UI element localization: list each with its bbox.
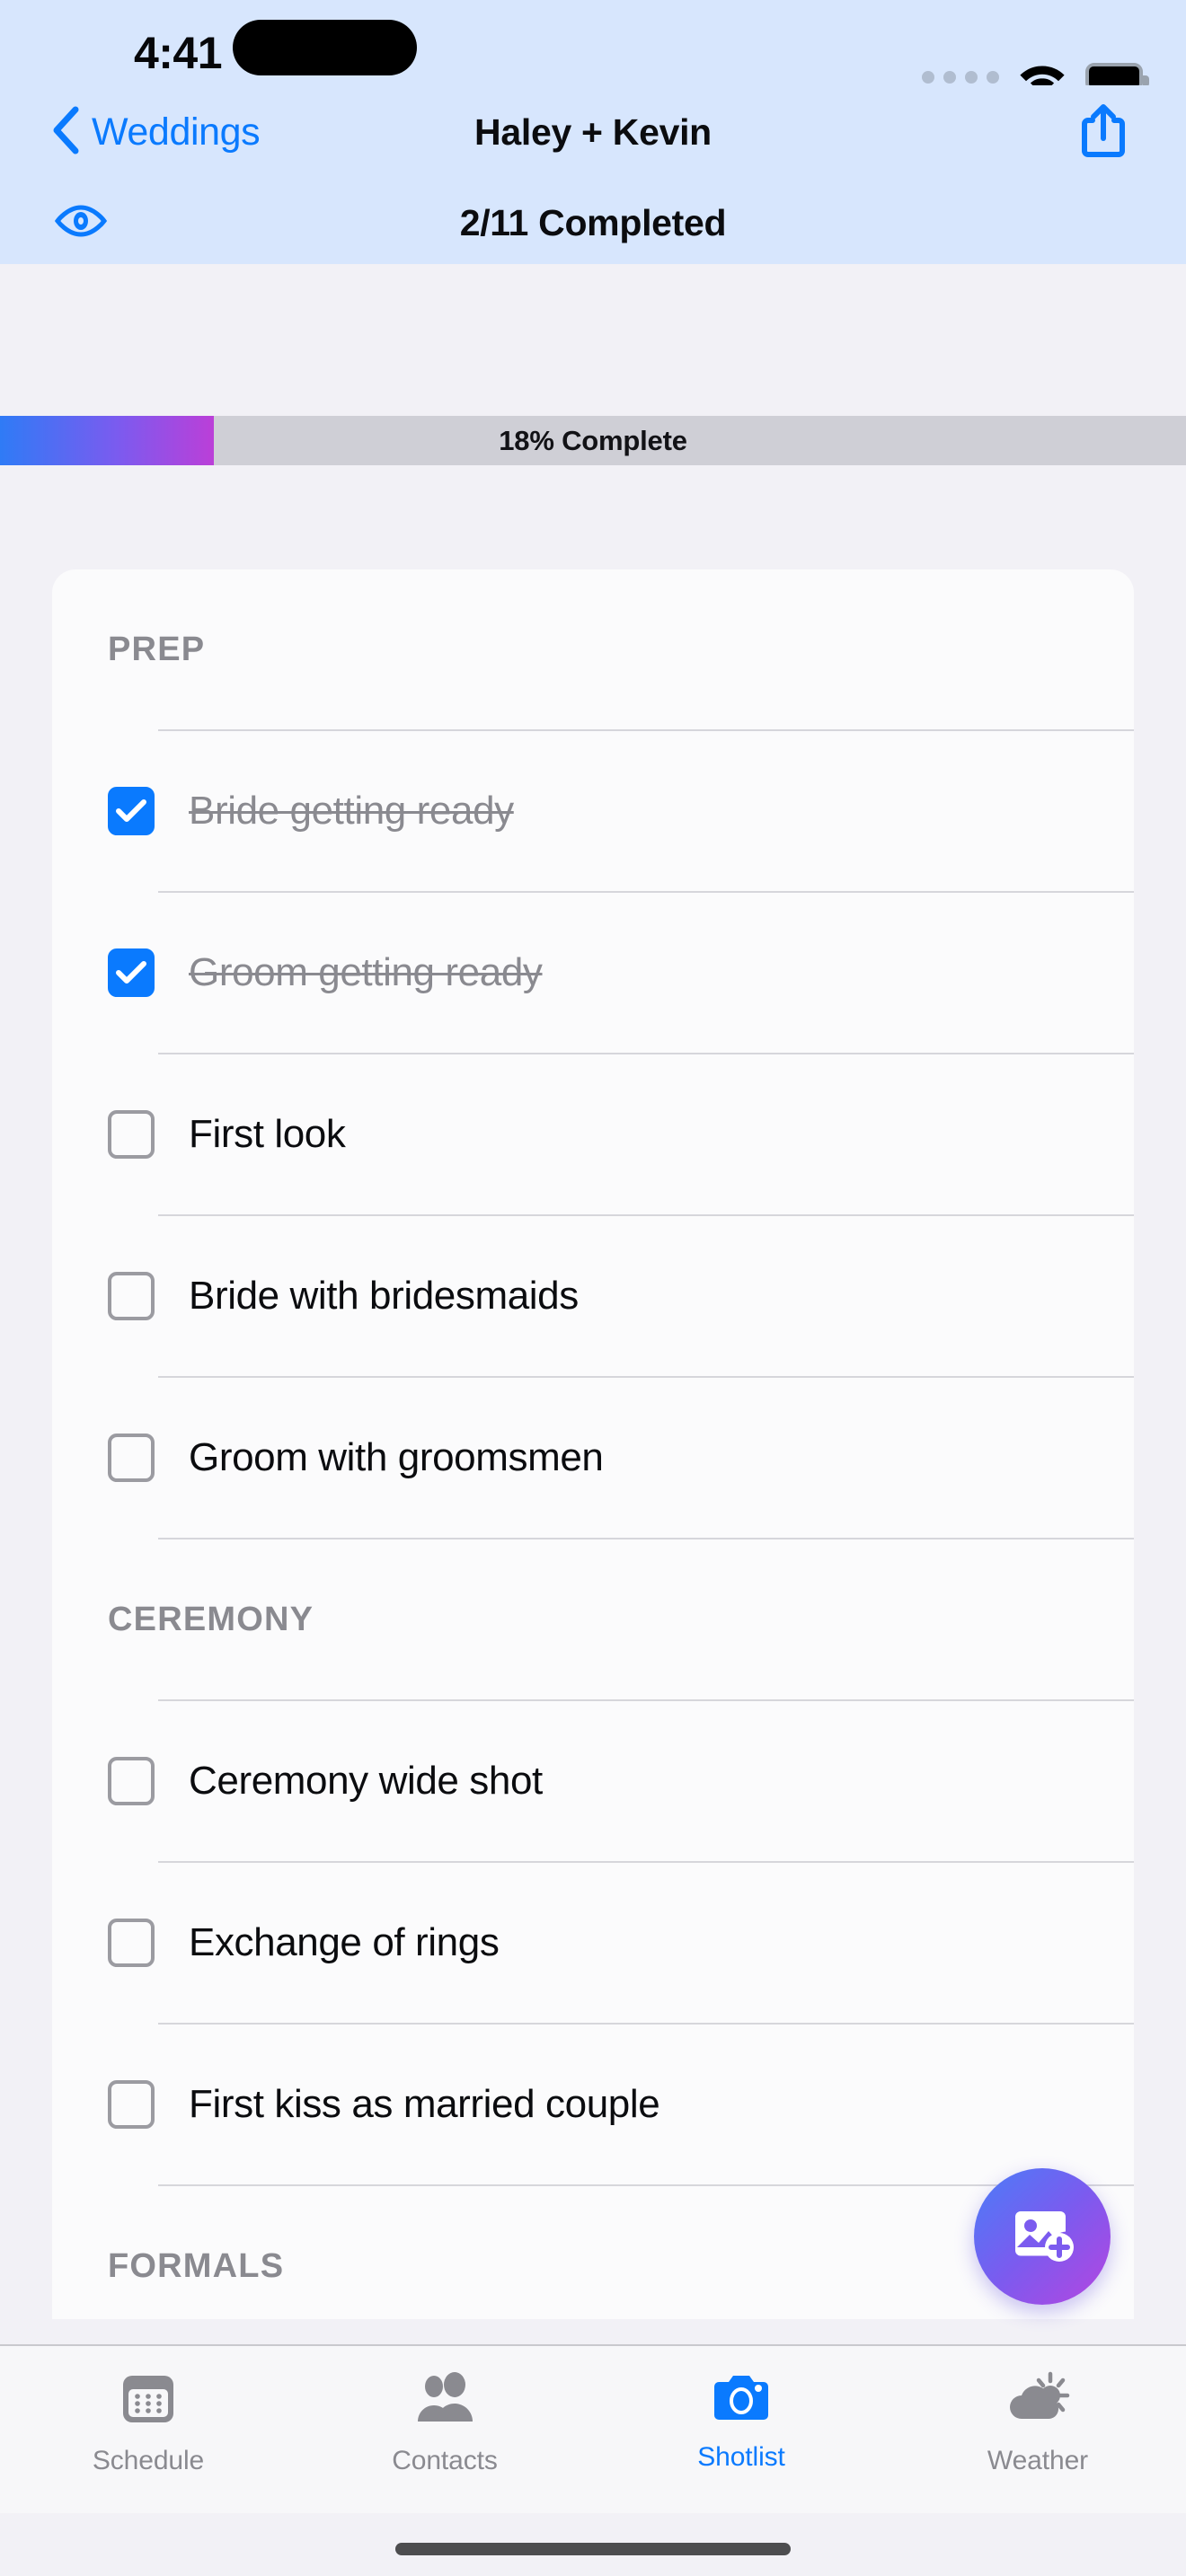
shot-label: Bride getting ready (189, 789, 514, 833)
camera-icon (712, 2369, 771, 2430)
checkbox-unchecked-icon[interactable] (108, 1272, 155, 1320)
add-photo-icon (1006, 2202, 1078, 2272)
shot-row[interactable]: Ceremony wide shot (52, 1701, 1134, 1861)
checkbox-unchecked-icon[interactable] (108, 1110, 155, 1159)
signal-dots-icon (922, 71, 999, 84)
navigation-bar: Weddings Haley + Kevin (0, 85, 1186, 181)
checkbox-checked-icon[interactable] (108, 787, 155, 835)
shot-label: Groom with groomsmen (189, 1435, 604, 1479)
shot-row[interactable]: Bride with bridesmaids (52, 1216, 1134, 1376)
people-icon (413, 2369, 476, 2433)
section-header: CEREMONY (108, 1600, 314, 1638)
shot-row[interactable]: Exchange of rings (52, 1863, 1134, 2023)
home-indicator[interactable] (395, 2543, 791, 2555)
dynamic-island (233, 20, 417, 75)
tab-schedule[interactable]: Schedule (0, 2346, 296, 2515)
checkbox-checked-icon[interactable] (108, 948, 155, 997)
shot-row[interactable]: Bride getting ready (52, 731, 1134, 891)
calendar-icon (119, 2369, 178, 2433)
shotlist-card: PREP Bride getting ready Groom getting rea… (52, 569, 1134, 2319)
tab-shotlist-label: Shotlist (697, 2442, 785, 2472)
checkbox-unchecked-icon[interactable] (108, 1919, 155, 1967)
subtitle-row: 2/11 Completed (0, 181, 1186, 264)
completed-count: 2/11 Completed (459, 201, 727, 243)
sun-cloud-icon (1005, 2369, 1070, 2433)
shot-row[interactable]: First look (52, 1054, 1134, 1214)
share-button[interactable] (1067, 96, 1139, 168)
shot-label: Ceremony wide shot (189, 1759, 543, 1803)
checkbox-unchecked-icon[interactable] (108, 1757, 155, 1805)
shot-row[interactable]: First kiss as married couple (52, 2025, 1134, 2184)
shot-label: First look (189, 1112, 346, 1156)
shot-label: Groom getting ready (189, 950, 543, 994)
shot-label: First kiss as married couple (189, 2082, 660, 2126)
tab-weather-label: Weather (987, 2446, 1089, 2475)
tab-shotlist[interactable]: Shotlist (593, 2346, 890, 2515)
page-title: Haley + Kevin (474, 110, 712, 153)
tab-schedule-label: Schedule (92, 2446, 205, 2475)
shot-label: Bride with bridesmaids (189, 1274, 579, 1318)
shot-row[interactable]: Groom with groomsmen (52, 1378, 1134, 1538)
add-photo-button[interactable] (974, 2168, 1111, 2305)
tab-contacts-label: Contacts (392, 2446, 498, 2475)
tab-contacts[interactable]: Contacts (296, 2346, 593, 2515)
tab-bar: Schedule Contacts Shotlist Weather (0, 2344, 1186, 2513)
section-header: PREP (108, 630, 206, 668)
checkbox-unchecked-icon[interactable] (108, 2080, 155, 2129)
shot-row[interactable]: Groom getting ready (52, 893, 1134, 1053)
section-header: FORMALS (108, 2246, 285, 2285)
checkbox-unchecked-icon[interactable] (108, 1434, 155, 1482)
shot-label: Exchange of rings (189, 1920, 500, 1964)
progress-bar: 18% Complete (0, 416, 1186, 465)
tab-weather[interactable]: Weather (890, 2346, 1186, 2515)
progress-label: 18% Complete (499, 424, 687, 456)
share-icon (1080, 102, 1127, 163)
